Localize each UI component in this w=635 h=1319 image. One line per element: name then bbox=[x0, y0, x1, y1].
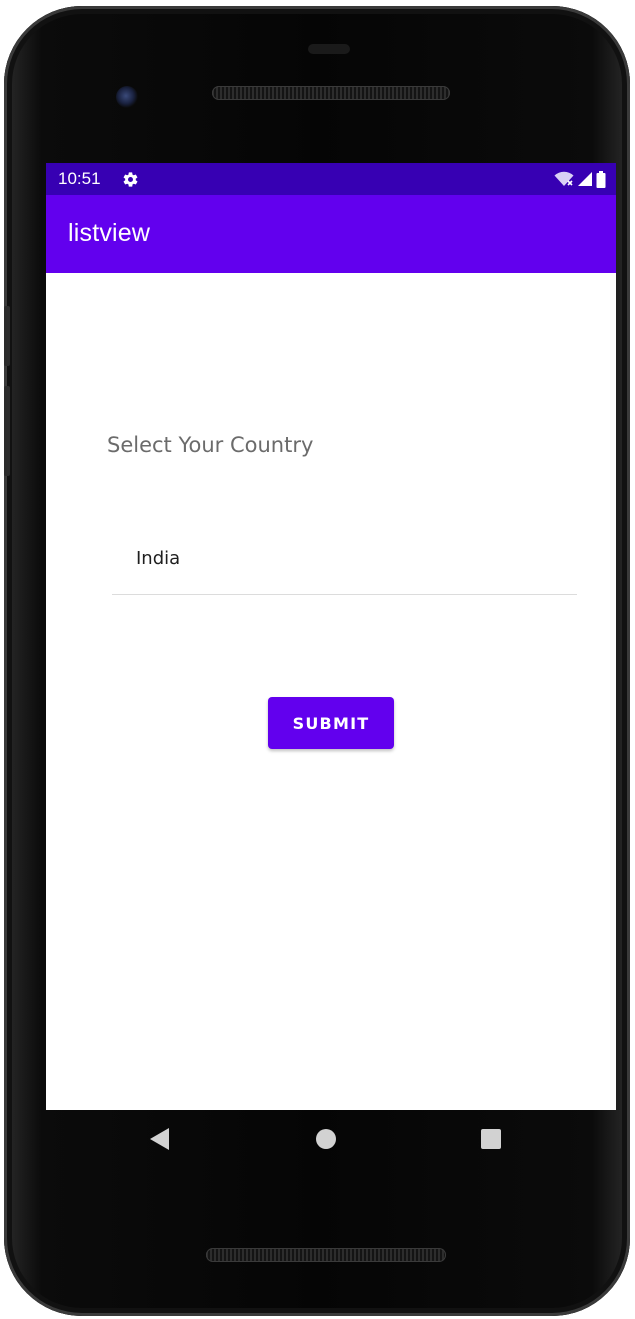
spinner-selected-value: India bbox=[136, 548, 181, 569]
country-spinner[interactable]: India bbox=[112, 533, 577, 595]
top-speaker-grille bbox=[212, 86, 450, 100]
volume-button bbox=[4, 306, 10, 366]
bottom-speaker-grille bbox=[206, 1248, 446, 1262]
top-sensor bbox=[308, 44, 350, 54]
power-button bbox=[4, 386, 10, 476]
front-camera bbox=[116, 86, 138, 108]
home-icon[interactable] bbox=[316, 1129, 336, 1149]
select-country-label: Select Your Country bbox=[107, 433, 314, 457]
device-screen: 10:51 listview Select Your Country India… bbox=[46, 163, 616, 1110]
status-icons bbox=[554, 170, 606, 188]
phone-frame: 10:51 listview Select Your Country India… bbox=[4, 6, 630, 1316]
wifi-icon bbox=[554, 171, 574, 186]
battery-icon bbox=[596, 170, 606, 188]
gear-icon bbox=[123, 172, 138, 187]
app-title: listview bbox=[68, 219, 151, 247]
status-time: 10:51 bbox=[58, 169, 101, 188]
recents-icon[interactable] bbox=[481, 1129, 501, 1149]
back-icon[interactable] bbox=[150, 1128, 169, 1150]
app-bar: listview bbox=[46, 195, 616, 273]
status-bar: 10:51 bbox=[46, 163, 616, 195]
submit-button[interactable]: SUBMIT bbox=[268, 697, 394, 749]
nav-bar bbox=[42, 1104, 612, 1174]
signal-icon bbox=[578, 172, 592, 186]
